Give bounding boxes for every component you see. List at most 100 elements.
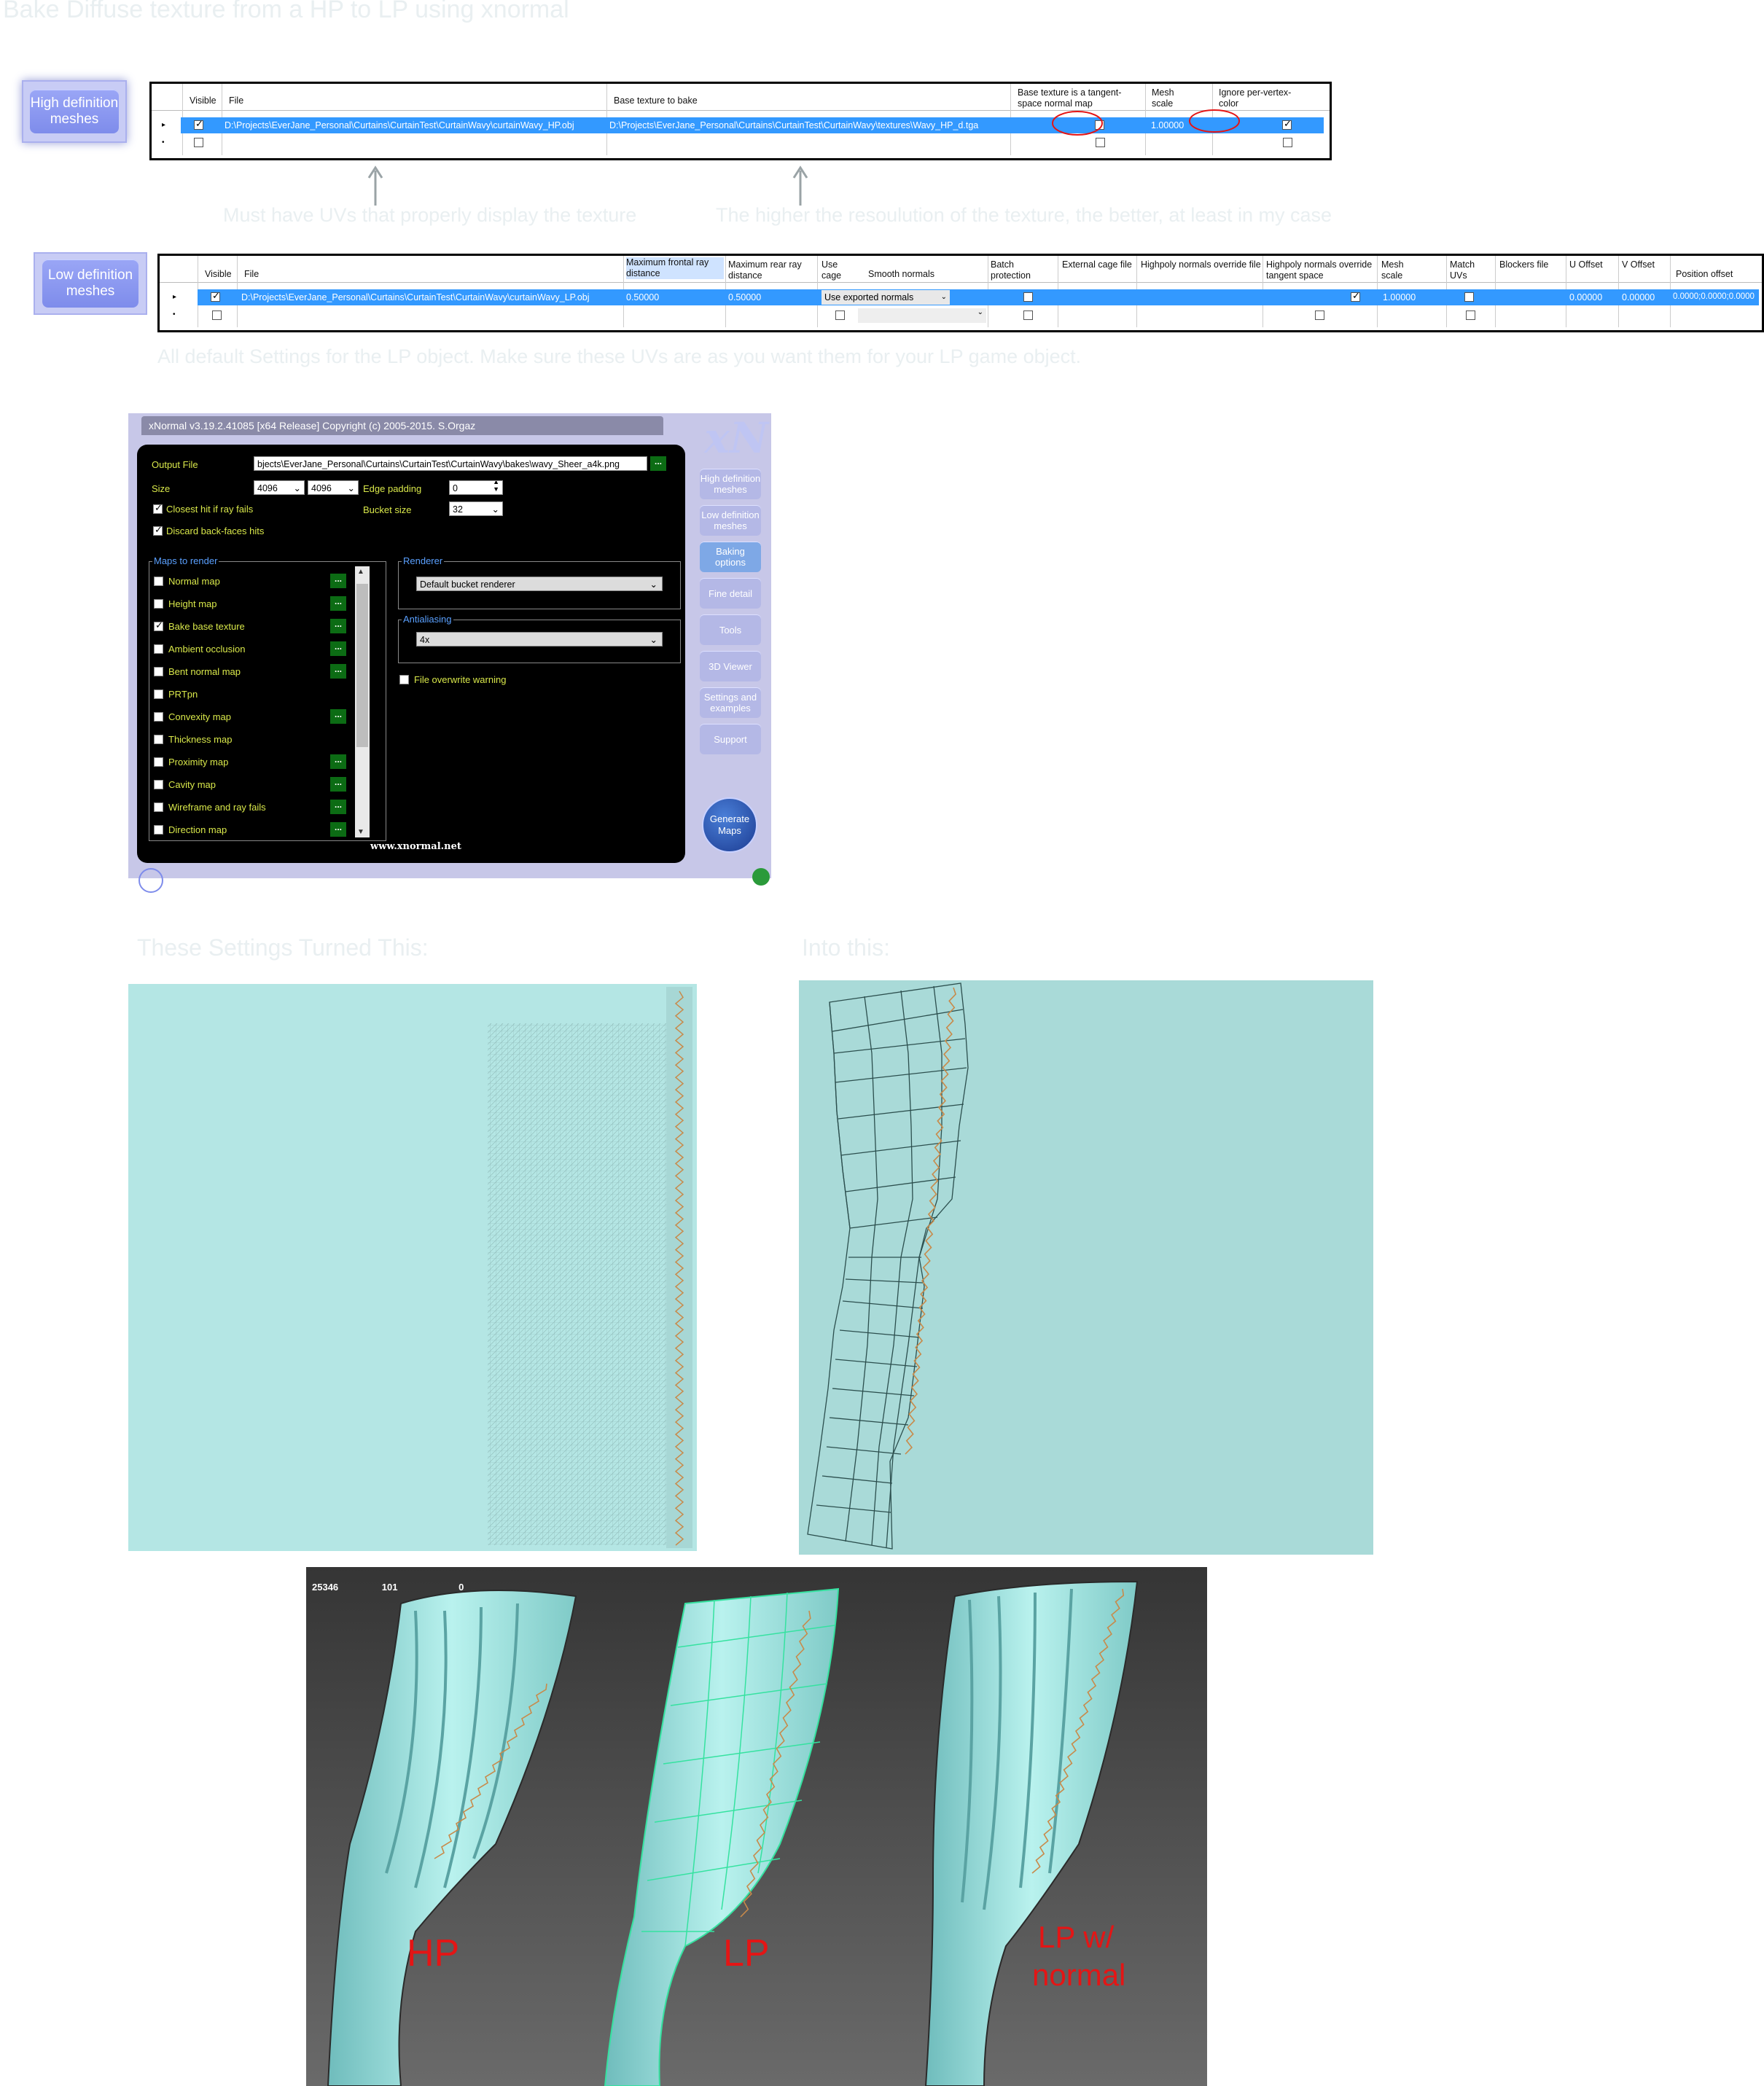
lp-pos-offset-cell[interactable]: 0.0000;0.0000;0.0000 [1673, 292, 1755, 301]
hp-col-base-texture[interactable]: Base texture to bake [614, 95, 698, 106]
hp-uv-wireframe [488, 987, 692, 1548]
lp-col-max-rear[interactable]: Maximum rear ray distance [728, 259, 816, 281]
lp-col-max-front[interactable]: Maximum frontal ray distance [626, 257, 724, 279]
scroll-down-icon[interactable]: ▼ [357, 828, 364, 836]
map-options-button[interactable]: ... [330, 709, 346, 724]
xnormal-footer-link[interactable]: www.xnormal.net [370, 841, 461, 852]
lp-max-rear-cell[interactable]: 0.50000 [728, 292, 761, 302]
lp-new-smooth-select[interactable]: ⌄ [858, 308, 986, 323]
map-options-button[interactable]: ... [330, 800, 346, 814]
discard-back-checkbox[interactable] [153, 524, 163, 536]
closest-hit-checkbox[interactable] [153, 502, 163, 514]
bucket-size-select[interactable]: 32 ⌄ [449, 501, 503, 516]
overwrite-warning-checkbox[interactable] [399, 675, 409, 684]
scrollbar-thumb[interactable] [356, 584, 368, 747]
map-options-button[interactable]: ... [330, 641, 346, 656]
lp-col-blockers[interactable]: Blockers file [1499, 259, 1558, 270]
map-checkbox[interactable] [154, 577, 163, 586]
map-options-button[interactable]: ... [330, 664, 346, 679]
lp-col-hp-tangent[interactable]: Highpoly normals override tangent space [1266, 259, 1375, 281]
lp-col-use-cage[interactable]: Use cage [821, 259, 851, 281]
lp-mesh-scale-cell[interactable]: 1.00000 [1383, 292, 1416, 302]
renderer-select[interactable]: Default bucket renderer ⌄ [416, 577, 663, 591]
lp-match-uvs-checkbox[interactable] [1464, 292, 1474, 302]
lp-col-v-offset[interactable]: V Offset [1622, 259, 1666, 270]
generate-maps-button[interactable]: Generate Maps [702, 797, 757, 853]
map-checkbox[interactable] [154, 802, 163, 812]
lp-col-ext-cage[interactable]: External cage file [1062, 259, 1135, 270]
map-checkbox[interactable] [154, 757, 163, 767]
scroll-up-icon[interactable]: ▲ [357, 568, 364, 576]
map-checkbox[interactable] [154, 780, 163, 789]
map-checkbox[interactable] [154, 599, 163, 609]
map-options-button[interactable]: ... [330, 822, 346, 837]
map-options-button[interactable]: ... [330, 754, 346, 769]
lp-file-cell[interactable]: D:\Projects\EverJane_Personal\Curtains\C… [241, 292, 622, 302]
lp-col-mesh-scale[interactable]: Mesh scale [1381, 259, 1425, 281]
lp-col-smooth-normals[interactable]: Smooth normals [868, 269, 934, 280]
output-browse-button[interactable]: ... [650, 456, 666, 471]
nav-fine-detail[interactable]: Fine detail [700, 578, 761, 609]
lp-col-match-uvs[interactable]: Match UVs [1450, 259, 1486, 281]
lp-v-offset-cell[interactable]: 0.00000 [1622, 292, 1655, 302]
lp-batch-checkbox[interactable] [1023, 292, 1033, 302]
lp-new-tangent-checkbox[interactable] [1315, 310, 1324, 320]
hp-side-button[interactable]: High definition meshes [30, 90, 119, 133]
edge-padding-stepper[interactable]: 0 ▲ ▼ [449, 480, 503, 495]
hp-new-ignore-checkbox[interactable] [1283, 138, 1292, 147]
map-options-button[interactable]: ... [330, 596, 346, 611]
lp-col-hp-override[interactable]: Highpoly normals override file [1141, 259, 1261, 270]
hp-note-uvs: Must have UVs that properly display the … [223, 204, 637, 226]
help-circle-icon[interactable] [138, 868, 163, 893]
map-checkbox[interactable] [154, 644, 163, 654]
lp-new-batch-checkbox[interactable] [1023, 310, 1033, 320]
size-height-select[interactable]: 4096 ⌄ [308, 480, 359, 495]
lp-new-visible-checkbox[interactable] [212, 310, 222, 320]
lp-col-u-offset[interactable]: U Offset [1569, 259, 1613, 270]
hp-file-cell[interactable]: D:\Projects\EverJane_Personal\Curtains\C… [225, 120, 605, 130]
map-checkbox[interactable] [154, 712, 163, 722]
nav-support[interactable]: Support [700, 724, 761, 754]
lp-col-file[interactable]: File [244, 269, 259, 280]
lp-col-visible[interactable]: Visible [205, 269, 232, 280]
map-checkbox[interactable] [154, 690, 163, 699]
map-label: Cavity map [168, 779, 216, 790]
antialiasing-select[interactable]: 4x ⌄ [416, 632, 663, 646]
output-file-input[interactable]: bjects\EverJane_Personal\Curtains\Curtai… [254, 456, 647, 471]
hp-visible-checkbox[interactable] [194, 118, 203, 130]
nav-tools[interactable]: Tools [700, 614, 761, 645]
nav-high-def[interactable]: High definition meshes [700, 469, 761, 499]
lp-col-pos-offset[interactable]: Position offset [1676, 269, 1733, 280]
hp-ignore-vertex-checkbox[interactable] [1282, 118, 1292, 130]
hp-base-texture-cell[interactable]: D:\Projects\EverJane_Personal\Curtains\C… [609, 120, 1009, 130]
lp-hp-tangent-checkbox[interactable] [1351, 290, 1360, 302]
hp-col-visible[interactable]: Visible [190, 95, 216, 106]
map-checkbox[interactable] [154, 667, 163, 676]
lp-u-offset-cell[interactable]: 0.00000 [1569, 292, 1602, 302]
map-checkbox[interactable] [154, 825, 163, 835]
lp-visible-checkbox[interactable] [211, 290, 220, 302]
nav-baking-options[interactable]: Baking options [700, 542, 761, 572]
hp-new-visible-checkbox[interactable] [194, 138, 203, 147]
map-checkbox[interactable] [154, 735, 163, 744]
lp-side-button[interactable]: Low definition meshes [42, 259, 138, 308]
map-options-button[interactable]: ... [330, 619, 346, 633]
chevron-down-icon: ⌄ [293, 483, 301, 493]
size-width-select[interactable]: 4096 ⌄ [254, 480, 305, 495]
lp-grid-row[interactable]: D:\Projects\EverJane_Personal\Curtains\C… [198, 289, 1759, 305]
lp-new-cage-checkbox[interactable] [835, 310, 845, 320]
nav-3d-viewer[interactable]: 3D Viewer [700, 651, 761, 681]
map-checkbox[interactable] [154, 620, 163, 631]
nav-settings-examples[interactable]: Settings and examples [700, 687, 761, 718]
up-arrow-icon [792, 165, 808, 206]
lp-smooth-normals-select[interactable]: Use exported normals ⌄ [821, 290, 950, 305]
hp-col-file[interactable]: File [229, 95, 243, 106]
lp-col-batch[interactable]: Batch protection [991, 259, 1056, 281]
nav-low-def[interactable]: Low definition meshes [700, 505, 761, 536]
map-options-button[interactable]: ... [330, 574, 346, 588]
maps-scrollbar[interactable]: ▲ ▼ [355, 566, 370, 837]
lp-max-front-cell[interactable]: 0.50000 [626, 292, 659, 302]
lp-new-match-checkbox[interactable] [1466, 310, 1475, 320]
map-options-button[interactable]: ... [330, 777, 346, 792]
map-label: Convexity map [168, 711, 231, 722]
